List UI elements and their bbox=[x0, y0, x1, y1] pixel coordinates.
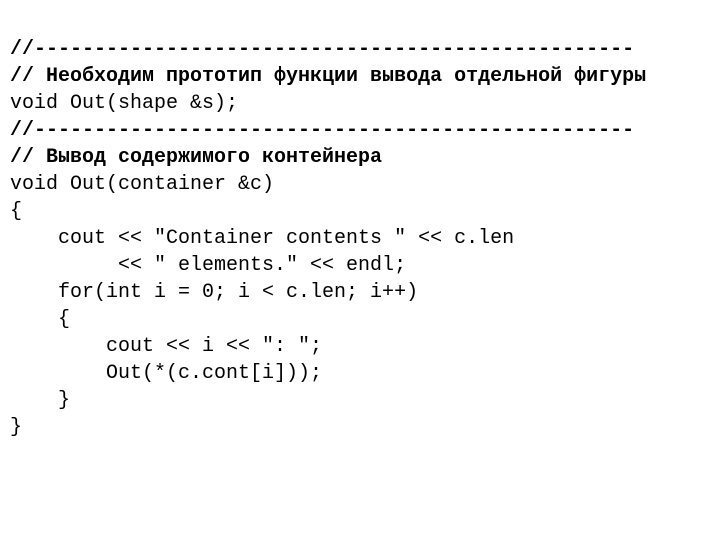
code-line: cout << i << ": "; bbox=[10, 333, 710, 360]
code-line: { bbox=[10, 198, 710, 225]
code-line: << " elements." << endl; bbox=[10, 252, 710, 279]
code-line: Out(*(c.cont[i])); bbox=[10, 360, 710, 387]
code-line: void Out(container &c) bbox=[10, 171, 710, 198]
code-line: for(int i = 0; i < c.len; i++) bbox=[10, 279, 710, 306]
code-block: //--------------------------------------… bbox=[0, 0, 720, 451]
code-line: } bbox=[10, 414, 710, 441]
code-line: void Out(shape &s); bbox=[10, 90, 710, 117]
code-line: //--------------------------------------… bbox=[10, 36, 710, 63]
code-line: } bbox=[10, 387, 710, 414]
code-line: //--------------------------------------… bbox=[10, 117, 710, 144]
code-line: { bbox=[10, 306, 710, 333]
code-line: // Вывод содержимого контейнера bbox=[10, 144, 710, 171]
code-line: // Необходим прототип функции вывода отд… bbox=[10, 63, 710, 90]
code-line: cout << "Container contents " << c.len bbox=[10, 225, 710, 252]
